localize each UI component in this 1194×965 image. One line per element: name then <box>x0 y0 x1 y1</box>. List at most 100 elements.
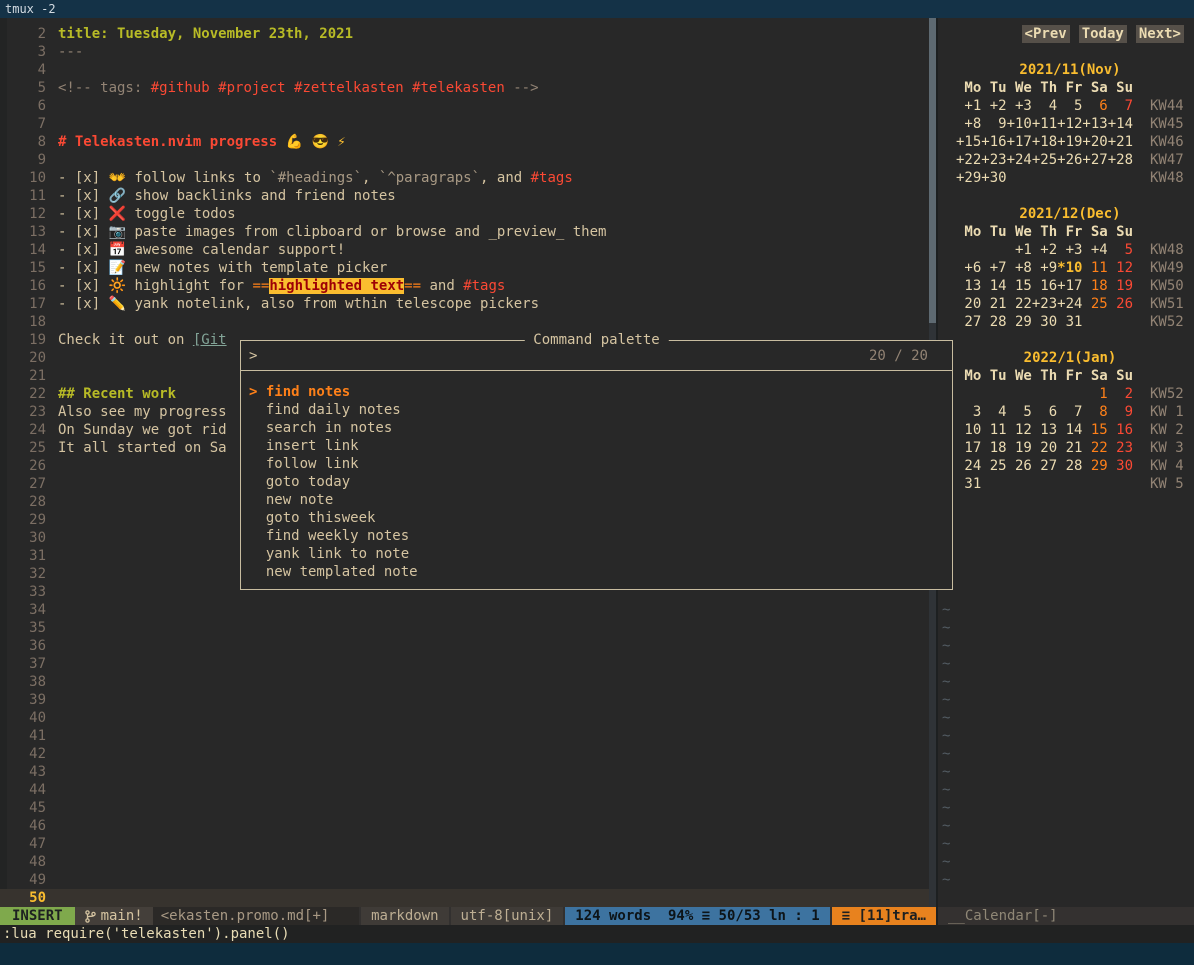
editor-line: 11 - [x] 🔗 show backlinks and friend note… <box>0 187 929 205</box>
line-number: 38 <box>0 673 46 691</box>
command-line[interactable]: :lua require('telekasten').panel() <box>0 925 1194 943</box>
calendar-week-number: KW49 <box>1150 260 1184 276</box>
palette-item[interactable]: follow link <box>241 455 952 473</box>
calendar-next-button[interactable]: Next> <box>1136 25 1184 43</box>
prompt-caret-icon: > <box>249 348 257 364</box>
end-of-buffer-tilde: ~ <box>942 835 1194 853</box>
line-number: 49 <box>0 871 46 889</box>
editor-line: 43 <box>0 763 929 781</box>
line-number: 32 <box>0 565 46 583</box>
calendar-week-row[interactable]: 27 28 29 30 31KW52 <box>956 313 1184 331</box>
line-number: 43 <box>0 763 46 781</box>
end-of-buffer-tilde: ~ <box>942 673 1194 691</box>
command-palette-title: Command palette <box>524 331 668 349</box>
line-number: 34 <box>0 601 46 619</box>
calendar-week-number: KW45 <box>1150 116 1184 132</box>
line-number: 41 <box>0 727 46 745</box>
editor-line: 36 <box>0 637 929 655</box>
palette-item[interactable]: yank link to note <box>241 545 952 563</box>
calendar-blank-row <box>956 43 1184 61</box>
line-text: - [x] 📝 new notes with template picker <box>58 259 387 277</box>
line-number: 13 <box>0 223 46 241</box>
end-of-buffer-tilde: ~ <box>942 619 1194 637</box>
calendar-nav: <Prev Today Next> <box>956 25 1184 43</box>
result-counter: 20 / 20 <box>869 348 928 364</box>
editor-line: 49 <box>0 871 929 889</box>
line-number: 14 <box>0 241 46 259</box>
calendar-week-row[interactable]: +1 +2 +3 4 5 6 7KW44 <box>956 97 1184 115</box>
line-number: 25 <box>0 439 46 457</box>
calendar-week-row[interactable]: +29+30KW48 <box>956 169 1184 187</box>
palette-item[interactable]: goto thisweek <box>241 509 952 527</box>
editor-line: 10- [x] 👐 follow links to `#headings`, `… <box>0 169 929 187</box>
calendar-prev-button[interactable]: <Prev <box>1022 25 1070 43</box>
calendar-months: 2021/11(Nov) Mo Tu We Th Fr Sa Su +1 +2 … <box>956 43 1194 493</box>
calendar-week-number: KW48 <box>1150 170 1184 186</box>
editor-line: 5<!-- tags: #github #project #zettelkast… <box>0 79 929 97</box>
end-of-buffer-tilde: ~ <box>942 655 1194 673</box>
editor-line: 12- [x] ❌ toggle todos <box>0 205 929 223</box>
editor-line: 34 <box>0 601 929 619</box>
calendar-week-row[interactable]: 3 4 5 6 7 8 9KW 1 <box>956 403 1184 421</box>
end-of-buffer-tilde: ~ <box>942 763 1194 781</box>
line-number: 31 <box>0 547 46 565</box>
calendar-week-row[interactable]: 17 18 19 20 21 22 23KW 3 <box>956 439 1184 457</box>
palette-item[interactable]: new note <box>241 491 952 509</box>
line-text: - [x] 🔆 highlight for ==highlighted text… <box>58 277 505 295</box>
calendar-week-row[interactable]: 31KW 5 <box>956 475 1184 493</box>
palette-item[interactable]: new templated note <box>241 563 952 581</box>
line-number: 29 <box>0 511 46 529</box>
line-number: 9 <box>0 151 46 169</box>
line-text: - [x] 🔗 show backlinks and friend notes <box>58 187 396 205</box>
end-of-buffer-tilde: ~ <box>942 853 1194 871</box>
line-number: 21 <box>0 367 46 385</box>
scrollbar-thumb[interactable] <box>929 18 936 323</box>
line-number: 48 <box>0 853 46 871</box>
palette-item[interactable]: insert link <box>241 437 952 455</box>
palette-item[interactable]: search in notes <box>241 419 952 437</box>
calendar-week-row[interactable]: +8 9+10+11+12+13+14KW45 <box>956 115 1184 133</box>
line-number: 11 <box>0 187 46 205</box>
calendar-weekday-header: Mo Tu We Th Fr Sa Su <box>956 223 1133 241</box>
calendar-blank-row <box>956 187 1184 205</box>
command-palette-popup[interactable]: Command palette > 20 / 20 > find notes f… <box>240 340 953 590</box>
calendar-week-number: KW44 <box>1150 98 1184 114</box>
palette-item[interactable]: > find notes <box>241 383 952 401</box>
calendar-week-row[interactable]: +6 +7 +8 +9*10 11 12KW49 <box>956 259 1184 277</box>
git-branch-name: main! <box>101 907 143 925</box>
editor-line: 44 <box>0 781 929 799</box>
calendar-weekday-header: Mo Tu We Th Fr Sa Su <box>956 367 1133 385</box>
calendar-week-number: KW 5 <box>1150 476 1184 492</box>
editor-line: 18 <box>0 313 929 331</box>
calendar-week-number: KW 1 <box>1150 404 1184 420</box>
calendar-week-row[interactable]: +15+16+17+18+19+20+21KW46 <box>956 133 1184 151</box>
editor-line: 14- [x] 📅 awesome calendar support! <box>0 241 929 259</box>
line-text: Also see my progress <box>58 403 227 421</box>
palette-item[interactable]: goto today <box>241 473 952 491</box>
calendar-week-row[interactable]: 24 25 26 27 28 29 30KW 4 <box>956 457 1184 475</box>
calendar-week-row[interactable]: +22+23+24+25+26+27+28KW47 <box>956 151 1184 169</box>
calendar-week-number: KW52 <box>1150 314 1184 330</box>
editor-line: 13- [x] 📷 paste images from clipboard or… <box>0 223 929 241</box>
calendar-week-row[interactable]: 1 2KW52 <box>956 385 1184 403</box>
calendar-week-row[interactable]: 10 11 12 13 14 15 16KW 2 <box>956 421 1184 439</box>
line-number: 3 <box>0 43 46 61</box>
editor-line: 42 <box>0 745 929 763</box>
calendar-week-row[interactable]: 13 14 15 16+17 18 19KW50 <box>956 277 1184 295</box>
palette-item[interactable]: find weekly notes <box>241 527 952 545</box>
end-of-buffer-tilde: ~ <box>942 709 1194 727</box>
editor-line: 41 <box>0 727 929 745</box>
calendar-week-row[interactable]: 20 21 22+23+24 25 26KW51 <box>956 295 1184 313</box>
filename-segment: <ekasten.promo.md[+] <box>153 907 359 925</box>
line-text: ## Recent work <box>58 385 176 403</box>
line-number: 4 <box>0 61 46 79</box>
calendar-pane[interactable]: <Prev Today Next> 2021/11(Nov) Mo Tu We … <box>938 18 1194 907</box>
calendar-today-button[interactable]: Today <box>1079 25 1127 43</box>
end-of-buffer-tilde: ~ <box>942 637 1194 655</box>
calendar-week-number: KW51 <box>1150 296 1184 312</box>
palette-item[interactable]: find daily notes <box>241 401 952 419</box>
calendar-week-row[interactable]: +1 +2 +3 +4 5KW48 <box>956 241 1184 259</box>
end-of-buffer-tilde: ~ <box>942 871 1194 889</box>
editor-line: 15- [x] 📝 new notes with template picker <box>0 259 929 277</box>
line-number: 20 <box>0 349 46 367</box>
